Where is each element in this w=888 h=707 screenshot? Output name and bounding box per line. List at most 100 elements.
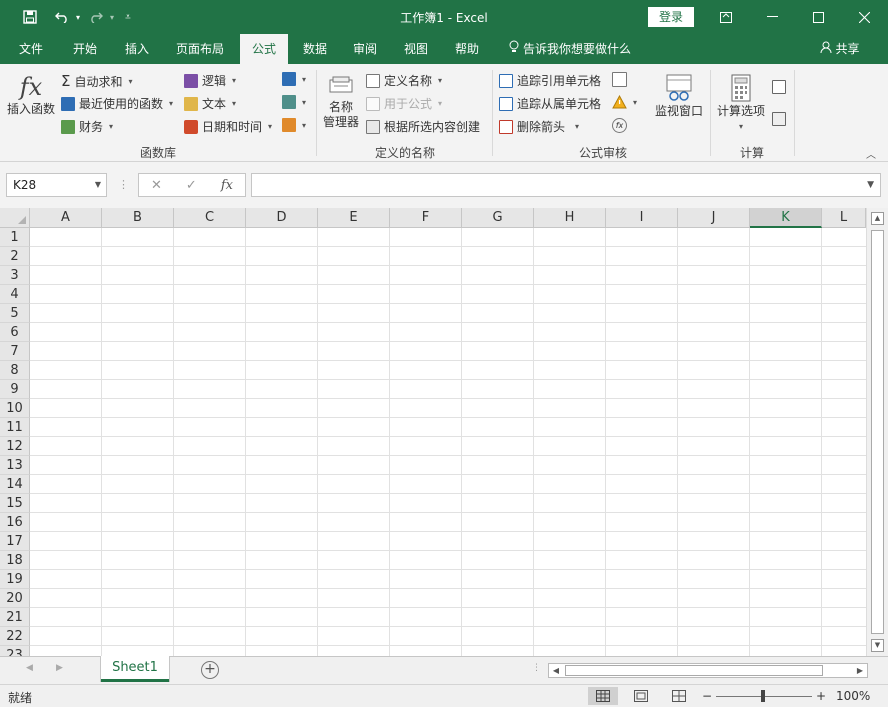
sheet-tab[interactable]: Sheet1 [101, 656, 169, 682]
row-header[interactable]: 13 [0, 456, 30, 475]
row-header[interactable]: 19 [0, 570, 30, 589]
evaluate-formula-button[interactable]: fx [612, 118, 627, 133]
tab-insert[interactable]: 插入 [114, 34, 160, 64]
row-header[interactable]: 12 [0, 437, 30, 456]
insert-function-icon[interactable]: fx [221, 178, 233, 193]
row-header[interactable]: 8 [0, 361, 30, 380]
formula-input[interactable]: ▼ [251, 173, 881, 197]
horizontal-scrollbar[interactable]: ◀ ▶ [548, 663, 868, 678]
column-header[interactable]: A [30, 208, 102, 228]
financial-button[interactable]: 财务 ▾ [61, 118, 113, 135]
date-time-button[interactable]: 日期和时间 ▾ [184, 118, 272, 135]
previous-sheet-icon[interactable]: ◀ [26, 663, 33, 673]
expand-formula-bar-icon[interactable]: ▼ [867, 180, 874, 190]
tab-view[interactable]: 视图 [393, 34, 439, 64]
tab-review[interactable]: 审阅 [342, 34, 388, 64]
text-function-button[interactable]: 文本 ▾ [184, 95, 236, 112]
zoom-out-button[interactable]: − [702, 689, 712, 703]
tab-page-layout[interactable]: 页面布局 [168, 34, 232, 64]
undo-icon[interactable] [52, 7, 72, 27]
tab-home[interactable]: 开始 [62, 34, 108, 64]
page-layout-view-icon[interactable] [626, 687, 656, 705]
worksheet-grid[interactable]: ABCDEFGHIJKL 1 2 3 4 5 6 7 8 9 10 11 12 13 14 15 16 17 18… [0, 208, 888, 656]
define-name-button[interactable]: 定义名称 ▾ [366, 72, 442, 89]
vertical-scroll-thumb[interactable] [871, 230, 884, 634]
trace-precedents-button[interactable]: 追踪引用单元格 [499, 72, 601, 89]
column-header[interactable]: H [534, 208, 606, 228]
cell-area[interactable] [30, 228, 866, 656]
zoom-slider-handle[interactable] [761, 690, 765, 702]
name-box[interactable]: K28 ▼ [6, 173, 107, 197]
column-header[interactable]: E [318, 208, 390, 228]
name-manager-button[interactable]: 名称 管理器 [321, 74, 361, 130]
select-all-button[interactable] [0, 208, 30, 228]
row-header[interactable]: 1 [0, 228, 30, 247]
more-functions-button[interactable]: ▾ [282, 118, 306, 132]
lookup-reference-button[interactable]: ▾ [282, 72, 306, 86]
error-checking-button[interactable]: ▾ [612, 94, 637, 109]
scroll-right-icon[interactable]: ▶ [853, 664, 867, 677]
column-header[interactable]: C [174, 208, 246, 228]
row-header[interactable]: 22 [0, 627, 30, 646]
customize-quick-access-icon[interactable]: ⩡ [120, 7, 136, 27]
page-break-view-icon[interactable] [664, 687, 694, 705]
calculate-now-button[interactable] [772, 80, 790, 94]
normal-view-icon[interactable] [588, 687, 618, 705]
tab-formulas[interactable]: 公式 [240, 34, 288, 64]
share-button[interactable]: 共享 [812, 34, 868, 64]
tab-data[interactable]: 数据 [292, 34, 338, 64]
chevron-down-icon[interactable]: ▼ [95, 174, 101, 196]
remove-arrows-button[interactable]: 删除箭头 ▾ [499, 118, 579, 135]
show-formulas-button[interactable] [612, 72, 631, 87]
watch-window-button[interactable]: 监视窗口 [654, 74, 704, 119]
row-header[interactable]: 16 [0, 513, 30, 532]
zoom-in-button[interactable]: + [816, 689, 826, 703]
row-header[interactable]: 11 [0, 418, 30, 437]
column-header[interactable]: D [246, 208, 318, 228]
trace-dependents-button[interactable]: 追踪从属单元格 [499, 95, 601, 112]
row-header[interactable]: 23 [0, 646, 30, 656]
maximize-icon[interactable] [795, 0, 841, 34]
row-header[interactable]: 6 [0, 323, 30, 342]
row-header[interactable]: 18 [0, 551, 30, 570]
undo-dropdown-icon[interactable]: ▾ [72, 7, 84, 27]
row-header[interactable]: 21 [0, 608, 30, 627]
logical-button[interactable]: 逻辑 ▾ [184, 72, 236, 89]
row-header[interactable]: 4 [0, 285, 30, 304]
row-header[interactable]: 15 [0, 494, 30, 513]
login-button[interactable]: 登录 [648, 7, 694, 27]
row-header[interactable]: 10 [0, 399, 30, 418]
formula-bar-grip[interactable]: ⋮ [118, 178, 129, 191]
zoom-level[interactable]: 100% [836, 689, 870, 703]
minimize-icon[interactable] [749, 0, 795, 34]
create-from-selection-button[interactable]: 根据所选内容创建 [366, 118, 480, 135]
tell-me-search[interactable]: 告诉我你想要做什么 [504, 34, 636, 64]
horizontal-scroll-thumb[interactable] [565, 665, 823, 676]
tab-help[interactable]: 帮助 [444, 34, 490, 64]
cancel-icon[interactable]: ✕ [151, 178, 162, 193]
enter-icon[interactable]: ✓ [186, 178, 197, 193]
row-header[interactable]: 17 [0, 532, 30, 551]
close-icon[interactable] [841, 0, 887, 34]
calculate-sheet-button[interactable] [772, 112, 790, 126]
tab-split-grip[interactable]: ⋮ [532, 663, 541, 673]
row-header[interactable]: 9 [0, 380, 30, 399]
column-header[interactable]: K [750, 208, 822, 228]
column-header[interactable]: I [606, 208, 678, 228]
row-header[interactable]: 2 [0, 247, 30, 266]
add-sheet-icon[interactable]: + [201, 661, 219, 679]
scroll-up-icon[interactable]: ▲ [871, 212, 884, 225]
math-trig-button[interactable]: ▾ [282, 95, 306, 109]
column-header[interactable]: F [390, 208, 462, 228]
calc-options-button[interactable]: 计算选项 ▾ [715, 74, 767, 134]
column-header[interactable]: L [822, 208, 866, 228]
column-header[interactable]: B [102, 208, 174, 228]
row-header[interactable]: 3 [0, 266, 30, 285]
insert-function-button[interactable]: fx 插入函数 [5, 72, 57, 117]
scroll-left-icon[interactable]: ◀ [549, 664, 563, 677]
recently-used-button[interactable]: 最近使用的函数 ▾ [61, 95, 173, 112]
scroll-down-icon[interactable]: ▼ [871, 639, 884, 652]
redo-icon[interactable] [86, 7, 106, 27]
save-icon[interactable] [20, 7, 40, 27]
next-sheet-icon[interactable]: ▶ [56, 663, 63, 673]
